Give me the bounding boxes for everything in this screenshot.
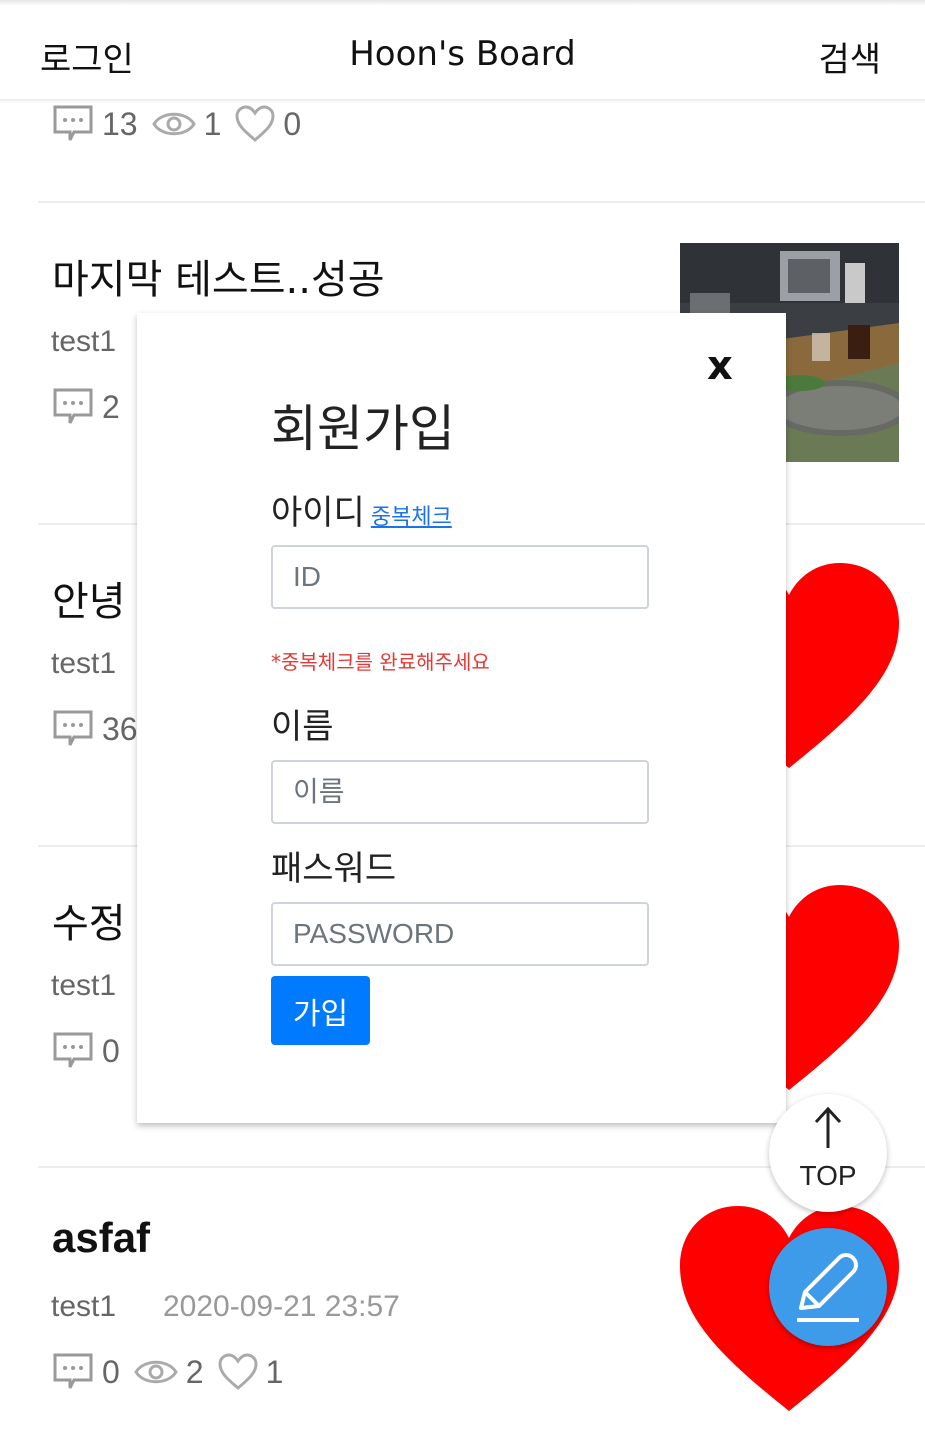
view-count: 2 [185,1353,204,1390]
id-label-text: 아이디 [271,493,365,533]
name-label: 이름 [271,707,334,747]
post-date: 2020-09-21 23:57 [163,1290,400,1323]
id-input[interactable] [271,545,649,609]
comment-icon [52,1352,94,1392]
like-count: 0 [283,105,302,142]
comment-icon [52,104,94,144]
post-author: test1 [51,969,117,1002]
password-label: 패스워드 [271,849,397,889]
comment-icon [52,387,94,427]
post-stats: 0 2 1 [52,1350,297,1394]
post-title: 안녕 [52,579,126,625]
close-button[interactable]: x [707,343,733,389]
comment-count: 0 [102,1032,120,1069]
comment-count: 13 [102,105,138,142]
page-title: Hoon's Board [349,34,576,74]
comment-count: 2 [102,388,120,425]
signup-modal: x 회원가입 아이디중복체크 *중복체크를 완료해주세요 이름 패스워드 가입 [137,313,786,1123]
post-item[interactable]: 13 1 0 [38,100,925,200]
search-link[interactable]: 검색 [818,32,881,81]
write-post-button[interactable] [769,1228,887,1346]
post-stats: 13 1 0 [52,102,315,146]
post-stats: 0 [52,1029,134,1073]
scroll-top-button[interactable]: TOP [769,1094,887,1212]
post-stats: 2 [52,385,134,429]
post-title: asfaf [52,1214,151,1261]
view-count: 1 [203,105,222,142]
id-label: 아이디 중복체크 [271,485,452,534]
heart-outline-icon [218,1353,258,1391]
arrow-up-icon [814,1106,842,1148]
status-shadow [0,0,925,6]
comment-icon [52,1031,94,1071]
post-author: test1 [51,325,117,358]
scroll-top-label: TOP [799,1160,857,1191]
like-count: 1 [265,1353,284,1390]
post-author: test1 [51,1290,117,1323]
password-input[interactable] [271,902,649,966]
name-input[interactable] [271,760,649,824]
comment-icon [52,709,94,749]
app-header: 로그인 Hoon's Board 검색 [0,0,925,101]
comment-count: 36 [102,710,138,747]
eye-icon [134,1356,178,1388]
signup-submit-button[interactable]: 가입 [271,976,370,1045]
comment-count: 0 [102,1353,120,1390]
modal-title: 회원가입 [271,400,455,458]
post-title: 수정 [52,901,126,947]
post-title: 마지막 테스트..성공 [52,257,385,303]
duplicate-check-warning: *중복체크를 완료해주세요 [271,650,490,674]
heart-outline-icon [235,105,275,143]
pencil-icon [797,1253,859,1322]
post-author: test1 [51,647,117,680]
eye-icon [151,108,196,140]
duplicate-check-link[interactable]: 중복체크 [371,505,452,530]
